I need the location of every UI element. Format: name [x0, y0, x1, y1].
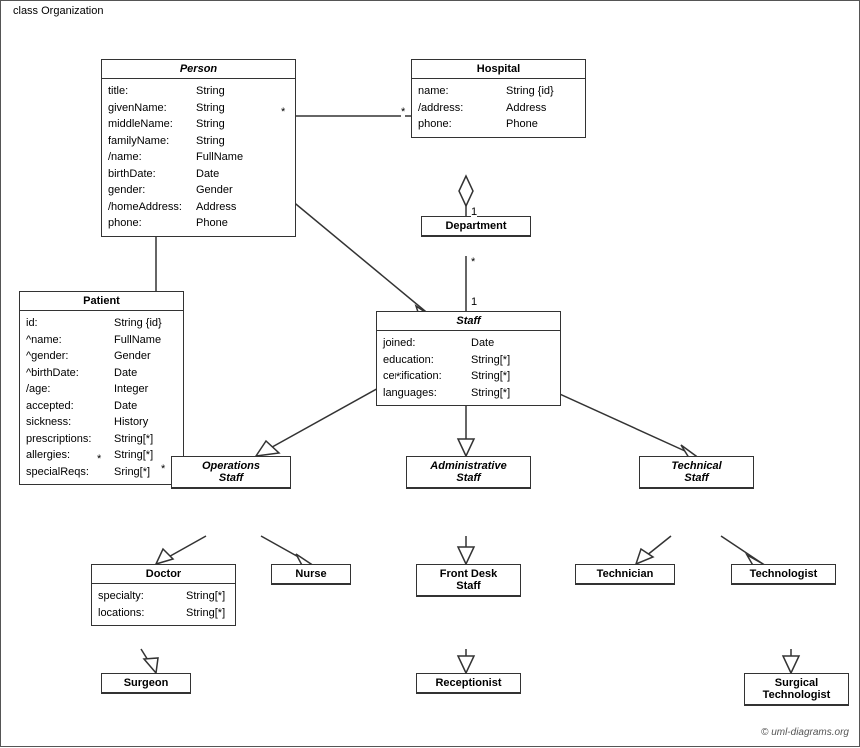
class-patient-title: Patient [20, 292, 183, 311]
class-patient-attrs: id:String {id} ^name:FullName ^gender:Ge… [20, 311, 183, 484]
class-technician-title: Technician [576, 565, 674, 584]
mult-person-hospital: * [281, 106, 285, 118]
class-department: Department [421, 216, 531, 237]
mult-hospital-left: * [401, 106, 405, 118]
class-technologist-title: Technologist [732, 565, 835, 584]
class-surgeon: Surgeon [101, 673, 191, 694]
class-doctor-attrs: specialty:String[*] locations:String[*] [92, 584, 235, 625]
class-surgeon-title: Surgeon [102, 674, 190, 693]
class-technical-staff-title: TechnicalStaff [640, 457, 753, 488]
class-operations-staff: OperationsStaff [171, 456, 291, 489]
class-technologist: Technologist [731, 564, 836, 585]
class-operations-staff-title: OperationsStaff [172, 457, 290, 488]
mult-patient-star: * [97, 453, 101, 465]
class-surgical-technologist: SurgicalTechnologist [744, 673, 849, 706]
class-front-desk-staff: Front DeskStaff [416, 564, 521, 597]
diagram-title: class Organization [9, 5, 108, 17]
mult-dept-star: * [471, 256, 475, 268]
class-doctor-title: Doctor [92, 565, 235, 584]
class-surgical-technologist-title: SurgicalTechnologist [745, 674, 848, 705]
mult-ops-star: * [161, 463, 165, 475]
class-patient: Patient id:String {id} ^name:FullName ^g… [19, 291, 184, 485]
class-technical-staff: TechnicalStaff [639, 456, 754, 489]
mult-staff-star: * [396, 371, 400, 383]
class-person-title: Person [102, 60, 295, 79]
class-nurse-title: Nurse [272, 565, 350, 584]
class-administrative-staff: AdministrativeStaff [406, 456, 531, 489]
class-person: Person title:String givenName:String mid… [101, 59, 296, 237]
copyright: © uml-diagrams.org [761, 727, 849, 738]
class-staff: Staff joined:Date education:String[*] ce… [376, 311, 561, 406]
mult-hospital-dept: 1 [471, 206, 477, 218]
class-nurse: Nurse [271, 564, 351, 585]
uml-diagram: class Organization [0, 0, 860, 747]
class-staff-title: Staff [377, 312, 560, 331]
class-technician: Technician [575, 564, 675, 585]
class-receptionist-title: Receptionist [417, 674, 520, 693]
class-hospital-title: Hospital [412, 60, 585, 79]
class-hospital-attrs: name:String {id} /address:Address phone:… [412, 79, 585, 137]
class-doctor: Doctor specialty:String[*] locations:Str… [91, 564, 236, 626]
class-staff-attrs: joined:Date education:String[*] certific… [377, 331, 560, 405]
class-administrative-staff-title: AdministrativeStaff [407, 457, 530, 488]
mult-dept-staff: 1 [471, 296, 477, 308]
class-receptionist: Receptionist [416, 673, 521, 694]
class-department-title: Department [422, 217, 530, 236]
class-front-desk-staff-title: Front DeskStaff [417, 565, 520, 596]
class-hospital: Hospital name:String {id} /address:Addre… [411, 59, 586, 138]
class-person-attrs: title:String givenName:String middleName… [102, 79, 295, 236]
